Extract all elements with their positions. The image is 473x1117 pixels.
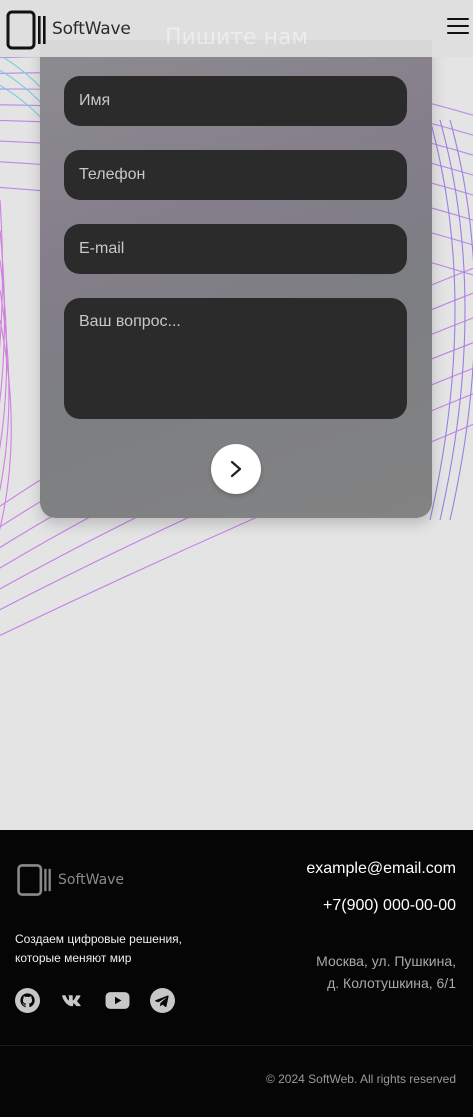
- social-links: [15, 988, 175, 1013]
- footer-brand-name: SoftWave: [58, 872, 125, 888]
- vk-icon[interactable]: [60, 988, 85, 1013]
- email-field[interactable]: [64, 224, 407, 274]
- submit-button[interactable]: [211, 444, 261, 494]
- contact-phone-link[interactable]: +7(900) 000-00-00: [323, 897, 456, 915]
- menu-icon[interactable]: [447, 18, 469, 38]
- phone-field[interactable]: [64, 150, 407, 200]
- footer-tagline: Создаем цифровые решения, которые меняют…: [15, 930, 215, 968]
- footer-divider: [0, 1045, 473, 1046]
- site-footer: SoftWave Создаем цифровые решения, котор…: [0, 830, 473, 1117]
- brand-logo[interactable]: SoftWave: [6, 8, 131, 50]
- address-line: д. Колотушкина, 6/1: [327, 975, 456, 991]
- copyright-text: © 2024 SoftWeb. All rights reserved: [265, 1072, 456, 1086]
- logo-mark-icon: [17, 864, 51, 896]
- contact-address: Москва, ул. Пушкина, д. Колотушкина, 6/1: [236, 950, 456, 994]
- logo-mark-icon: [6, 10, 46, 49]
- contact-email-link[interactable]: example@email.com: [306, 860, 456, 878]
- contact-form: [40, 40, 432, 518]
- footer-logo[interactable]: SoftWave: [16, 862, 124, 898]
- tagline-line: которые меняют мир: [15, 951, 132, 965]
- telegram-icon[interactable]: [150, 988, 175, 1013]
- top-navbar: SoftWave Пишите нам: [0, 0, 473, 57]
- name-field[interactable]: [64, 76, 407, 126]
- question-field[interactable]: [64, 298, 407, 419]
- github-icon[interactable]: [15, 988, 40, 1013]
- tagline-line: Создаем цифровые решения,: [15, 932, 182, 946]
- brand-name: SoftWave: [52, 18, 131, 39]
- chevron-right-icon: [230, 460, 242, 478]
- address-line: Москва, ул. Пушкина,: [316, 953, 456, 969]
- youtube-icon[interactable]: [105, 988, 130, 1013]
